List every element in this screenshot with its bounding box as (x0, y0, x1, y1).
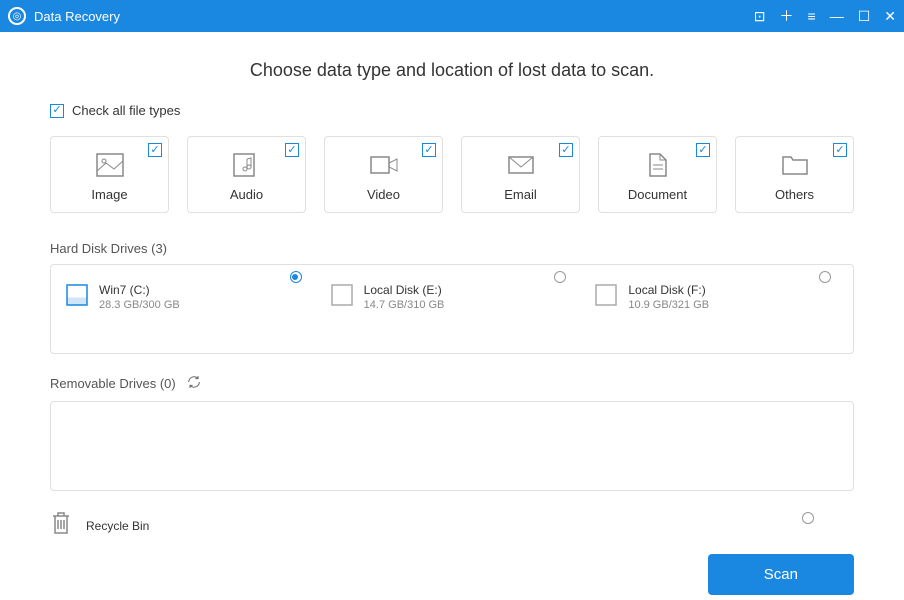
recycle-bin-label: Recycle Bin (86, 519, 149, 533)
window-controls: ⊡ ＋ ≡ — ☐ ✕ (754, 6, 896, 26)
drive-size: 14.7 GB/310 GB (364, 299, 445, 311)
checkbox-icon (148, 143, 162, 157)
checkbox-icon (833, 143, 847, 157)
drive-e[interactable]: Local Disk (E:) 14.7 GB/310 GB (330, 283, 575, 335)
minimize-icon[interactable]: — (830, 8, 844, 24)
document-icon (607, 151, 708, 179)
page-heading: Choose data type and location of lost da… (50, 60, 854, 81)
folder-icon (744, 151, 845, 179)
checkbox-icon (285, 143, 299, 157)
checkbox-icon (422, 143, 436, 157)
radio-icon (290, 271, 302, 283)
hard-disk-drives-box: Win7 (C:) 28.3 GB/300 GB Local Disk (E:)… (50, 264, 854, 354)
checkbox-icon (696, 143, 710, 157)
type-card-email[interactable]: Email (461, 136, 580, 213)
image-icon (59, 151, 160, 179)
video-icon (333, 151, 434, 179)
type-label: Document (607, 187, 708, 202)
drive-size: 28.3 GB/300 GB (99, 299, 180, 311)
drive-c[interactable]: Win7 (C:) 28.3 GB/300 GB (65, 283, 310, 335)
refresh-icon[interactable] (186, 374, 202, 393)
type-card-audio[interactable]: Audio (187, 136, 306, 213)
type-label: Image (59, 187, 160, 202)
drive-f[interactable]: Local Disk (F:) 10.9 GB/321 GB (594, 283, 839, 335)
app-title: Data Recovery (34, 9, 754, 24)
file-type-grid: Image Audio Video Email Document Others (50, 136, 854, 213)
main-content: Choose data type and location of lost da… (0, 32, 904, 600)
type-label: Audio (196, 187, 297, 202)
removable-drives-box (50, 401, 854, 491)
type-card-image[interactable]: Image (50, 136, 169, 213)
app-logo-icon: ◎ (8, 7, 26, 25)
checkbox-icon (50, 104, 64, 118)
type-label: Email (470, 187, 571, 202)
menu-icon[interactable]: ≡ (808, 8, 816, 24)
drive-name: Local Disk (E:) (364, 283, 445, 297)
type-label: Video (333, 187, 434, 202)
scan-button[interactable]: Scan (708, 554, 854, 595)
trash-icon (50, 511, 72, 540)
hdd-icon (594, 283, 618, 307)
drive-size: 10.9 GB/321 GB (628, 299, 709, 311)
type-card-others[interactable]: Others (735, 136, 854, 213)
feedback-icon[interactable]: ⊡ (754, 8, 766, 25)
checkbox-icon (559, 143, 573, 157)
check-all-file-types[interactable]: Check all file types (50, 103, 854, 118)
type-label: Others (744, 187, 845, 202)
radio-icon (819, 271, 831, 283)
close-icon[interactable]: ✕ (884, 8, 896, 25)
check-all-label: Check all file types (72, 103, 180, 118)
drive-name: Local Disk (F:) (628, 283, 709, 297)
add-icon[interactable]: ＋ (780, 6, 794, 26)
hdd-icon (65, 283, 89, 307)
removable-section-label: Removable Drives (0) (50, 374, 854, 393)
radio-icon (802, 512, 814, 524)
radio-icon (554, 271, 566, 283)
maximize-icon[interactable]: ☐ (858, 8, 871, 25)
hdd-icon (330, 283, 354, 307)
email-icon (470, 151, 571, 179)
recycle-bin-option[interactable]: Recycle Bin (50, 511, 854, 540)
type-card-video[interactable]: Video (324, 136, 443, 213)
audio-icon (196, 151, 297, 179)
drive-name: Win7 (C:) (99, 283, 180, 297)
title-bar: ◎ Data Recovery ⊡ ＋ ≡ — ☐ ✕ (0, 0, 904, 32)
hard-disk-section-label: Hard Disk Drives (3) (50, 241, 854, 256)
type-card-document[interactable]: Document (598, 136, 717, 213)
